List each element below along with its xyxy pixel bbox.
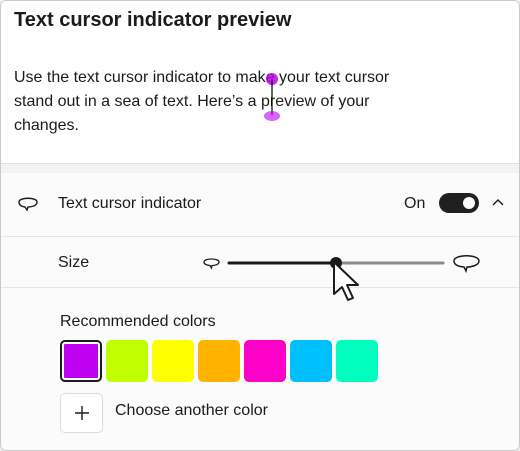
mouse-pointer-icon — [333, 261, 359, 301]
toggle-state-label: On — [404, 195, 426, 212]
color-swatch[interactable] — [290, 340, 332, 382]
color-swatch[interactable] — [60, 340, 102, 382]
size-row: Size — [1, 237, 519, 288]
text-cursor-indicator-preview — [264, 73, 280, 121]
toggle-knob — [463, 197, 475, 209]
large-indicator-icon — [453, 255, 480, 274]
preview-line-3: changes. — [14, 117, 79, 134]
color-swatch[interactable] — [106, 340, 148, 382]
size-label: Size — [58, 254, 90, 271]
color-swatch[interactable] — [198, 340, 240, 382]
preview-section: Text cursor indicator preview Use the te… — [1, 1, 519, 164]
choose-another-color-label[interactable]: Choose another color — [115, 402, 268, 420]
color-swatch-list — [60, 340, 378, 382]
color-swatch[interactable] — [244, 340, 286, 382]
add-color-button[interactable] — [60, 393, 103, 433]
plus-icon — [74, 406, 89, 420]
recommended-colors-label: Recommended colors — [60, 313, 216, 330]
text-cursor-indicator-toggle[interactable] — [439, 193, 479, 213]
preview-title: Text cursor indicator preview — [14, 9, 292, 31]
text-cursor-indicator-row[interactable]: Text cursor indicator On — [1, 173, 519, 237]
small-indicator-icon — [203, 258, 220, 270]
text-cursor-indicator-label: Text cursor indicator — [58, 195, 202, 212]
preview-line-1: Use the text cursor indicator to make yo… — [14, 69, 390, 86]
recommended-colors-section: Recommended colors Choose another color — [1, 288, 519, 450]
preview-line-2: stand out in a sea of text. Here’s a pre… — [14, 93, 370, 110]
preview-description: Use the text cursor indicator to make yo… — [14, 66, 434, 138]
color-swatch[interactable] — [336, 340, 378, 382]
color-swatch[interactable] — [152, 340, 194, 382]
cursor-indicator-icon — [18, 197, 38, 211]
chevron-up-icon[interactable] — [492, 198, 504, 206]
settings-panel: Text cursor indicator preview Use the te… — [0, 0, 520, 451]
